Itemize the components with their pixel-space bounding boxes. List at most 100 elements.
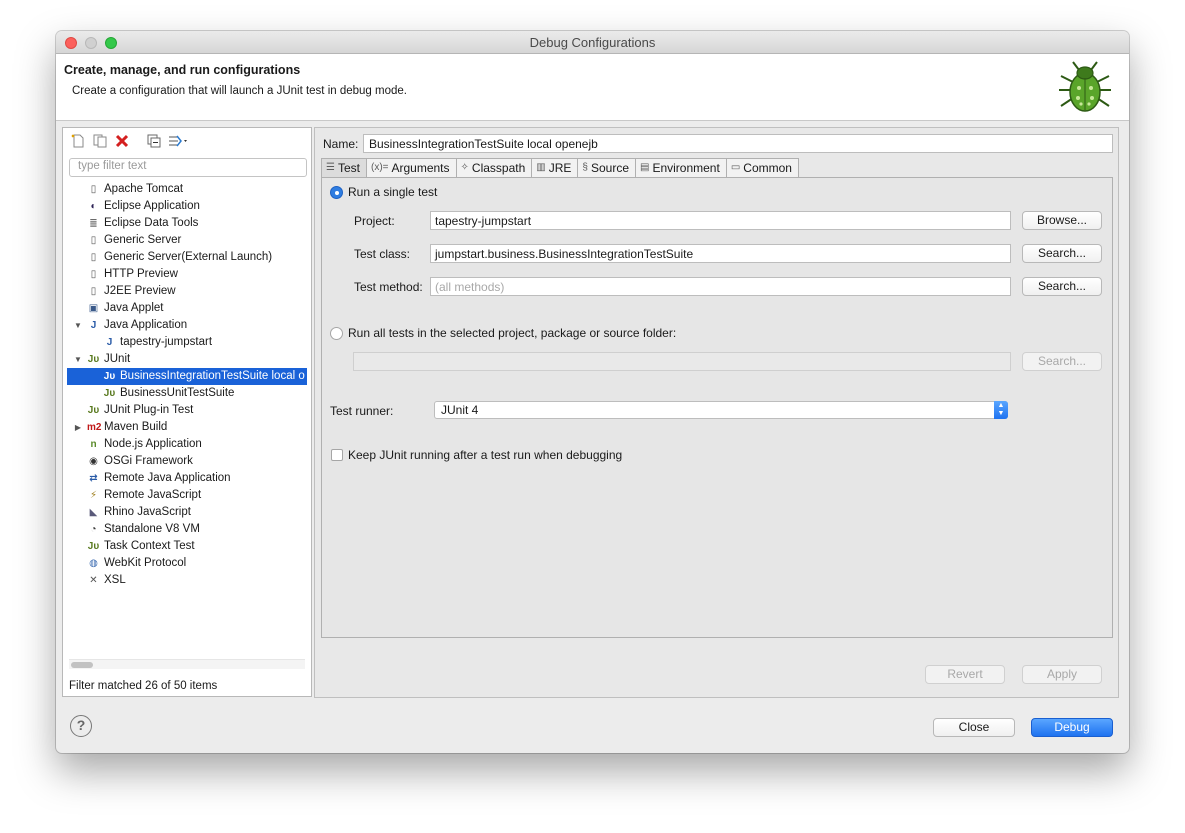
tree-item[interactable]: ◣ Rhino JavaScript	[67, 504, 307, 521]
tree-item[interactable]: ⚡ Remote JavaScript	[67, 487, 307, 504]
tree-item-label: Generic Server	[104, 234, 182, 246]
expanded-twisty-icon[interactable]: ▼	[73, 317, 83, 334]
debug-configurations-window: Debug Configurations Create, manage, and…	[56, 31, 1129, 753]
debug-button[interactable]: Debug	[1031, 718, 1113, 737]
tab-environment[interactable]: ▤ Environment	[636, 158, 727, 178]
tree-item-label: OSGi Framework	[104, 455, 193, 467]
run-single-test-radio[interactable]	[330, 186, 343, 199]
tree-item[interactable]: ◔ Standalone V8 VM	[67, 521, 307, 538]
tab-common[interactable]: ▭ Common	[726, 158, 799, 178]
v8-icon: ◔	[90, 524, 97, 535]
search-container-button: Search...	[1022, 352, 1102, 371]
remote-js-icon: ⚡	[89, 490, 98, 501]
tab-source[interactable]: § Source	[578, 158, 636, 178]
chevron-updown-icon: ▲ ▼	[994, 401, 1008, 419]
rhino-icon: ◣	[89, 507, 98, 518]
tree-item[interactable]: ▣ Java Applet	[67, 300, 307, 317]
tree-item[interactable]: ▯ Generic Server	[67, 232, 307, 249]
tree-item-label: Java Application	[104, 319, 188, 331]
tree-item[interactable]: Jᴜ JUnit Plug-in Test	[67, 402, 307, 419]
xsl-icon: ✕	[89, 575, 98, 586]
tree-item[interactable]: Jᴜ BusinessIntegrationTestSuite local o	[67, 368, 307, 385]
tree-item[interactable]: ▯ Apache Tomcat	[67, 181, 307, 198]
project-field[interactable]: tapestry-jumpstart	[430, 211, 1011, 230]
test-method-label: Test method:	[354, 280, 423, 294]
tree-item-label: Java Applet	[104, 302, 164, 314]
test-tab-panel: Run a single test Project: tapestry-jump…	[321, 177, 1113, 638]
tree-item[interactable]: Jᴜ Task Context Test	[67, 538, 307, 555]
tab-jre[interactable]: ▥ JRE	[532, 158, 579, 178]
junit-icon: Jᴜ	[103, 388, 116, 399]
new-config-icon[interactable]	[69, 132, 87, 150]
test-runner-select[interactable]: JUnit 4 ▲ ▼	[434, 401, 1008, 419]
test-method-field[interactable]: (all methods)	[430, 277, 1011, 296]
browse-project-button[interactable]: Browse...	[1022, 211, 1102, 230]
scrollbar-thumb[interactable]	[71, 662, 93, 668]
tree-item[interactable]: ◍ WebKit Protocol	[67, 555, 307, 572]
nodejs-icon: n	[90, 439, 97, 450]
header-title: Create, manage, and run configurations	[64, 63, 301, 77]
revert-button: Revert	[925, 665, 1005, 684]
eclipse-icon: ◐	[90, 201, 97, 212]
filter-status-text: Filter matched 26 of 50 items	[69, 680, 218, 692]
container-field	[353, 352, 1011, 371]
junit-icon: Jᴜ	[87, 405, 100, 416]
server-icon: ▯	[90, 252, 97, 263]
delete-icon[interactable]	[113, 132, 131, 150]
duplicate-icon[interactable]	[91, 132, 109, 150]
tab-classpath[interactable]: ✧ Classpath	[456, 158, 533, 178]
search-test-method-button[interactable]: Search...	[1022, 277, 1102, 296]
tree-item-label: HTTP Preview	[104, 268, 178, 280]
tree-item-label: Remote Java Application	[104, 472, 231, 484]
tree-item[interactable]: ▼ Jᴜ JUnit	[67, 351, 307, 368]
header-description: Create a configuration that will launch …	[72, 85, 407, 97]
keep-junit-running-checkbox[interactable]	[331, 449, 343, 461]
tree-item[interactable]: ≣ Eclipse Data Tools	[67, 215, 307, 232]
run-single-test-label: Run a single test	[348, 185, 438, 199]
apply-button: Apply	[1022, 665, 1102, 684]
horizontal-scrollbar[interactable]	[69, 659, 305, 669]
jre-icon: ▥	[536, 162, 546, 173]
tree-item[interactable]: ▯ J2EE Preview	[67, 283, 307, 300]
tree-item[interactable]: Jᴜ BusinessUnitTestSuite	[67, 385, 307, 402]
window-title: Debug Configurations	[529, 35, 656, 50]
debug-bug-icon	[1059, 61, 1111, 112]
tree-item[interactable]: ◐ Eclipse Application	[67, 198, 307, 215]
run-all-tests-radio[interactable]	[330, 327, 343, 340]
title-bar[interactable]: Debug Configurations	[56, 31, 1129, 54]
tree-item-label: Remote JavaScript	[104, 489, 202, 501]
junit-icon: Jᴜ	[103, 371, 116, 382]
configuration-tree: ▯ Apache Tomcat ◐ Eclipse Application ≣ Eclip…	[67, 181, 307, 589]
tree-item[interactable]: ⇄ Remote Java Application	[67, 470, 307, 487]
close-button[interactable]: Close	[933, 718, 1015, 737]
expanded-twisty-icon[interactable]: ▼	[73, 351, 83, 368]
environment-icon: ▤	[640, 162, 650, 173]
tree-item[interactable]: ◉ OSGi Framework	[67, 453, 307, 470]
filter-input[interactable]: type filter text	[69, 158, 307, 177]
help-icon[interactable]: ?	[70, 715, 92, 737]
test-runner-label: Test runner:	[330, 404, 394, 418]
tree-item[interactable]: ✕ XSL	[67, 572, 307, 589]
tree-item-label: BusinessIntegrationTestSuite local o	[120, 370, 305, 382]
tree-item-label: Generic Server(External Launch)	[104, 251, 273, 263]
toolbar-separator	[135, 132, 141, 150]
tree-item[interactable]: ▶ m2 Maven Build	[67, 419, 307, 436]
name-field[interactable]: BusinessIntegrationTestSuite local opene…	[363, 134, 1113, 153]
tab-test[interactable]: ☰ Test	[321, 158, 367, 178]
tree-item[interactable]: ▯ Generic Server(External Launch)	[67, 249, 307, 266]
collapse-all-icon[interactable]	[145, 132, 163, 150]
filter-icon[interactable]	[167, 132, 191, 150]
maven-icon: m2	[87, 422, 102, 433]
tree-item[interactable]: ▼ J Java Application	[67, 317, 307, 334]
tree-item[interactable]: Jtapestry-jumpstart	[67, 334, 307, 351]
tree-item[interactable]: n Node.js Application	[67, 436, 307, 453]
tree-item-label: JUnit	[104, 353, 131, 365]
configuration-list-pane: type filter text ▯ Apache Tomcat ◐ Eclipse …	[62, 127, 312, 697]
tree-item[interactable]: ▯ HTTP Preview	[67, 266, 307, 283]
tree-item-label: tapestry-jumpstart	[120, 336, 213, 348]
test-class-field[interactable]: jumpstart.business.BusinessIntegrationTe…	[430, 244, 1011, 263]
tab-arguments[interactable]: (x)= Arguments	[366, 158, 457, 178]
junit-icon: Jᴜ	[87, 541, 100, 552]
collapsed-twisty-icon[interactable]: ▶	[73, 419, 83, 436]
search-test-class-button[interactable]: Search...	[1022, 244, 1102, 263]
